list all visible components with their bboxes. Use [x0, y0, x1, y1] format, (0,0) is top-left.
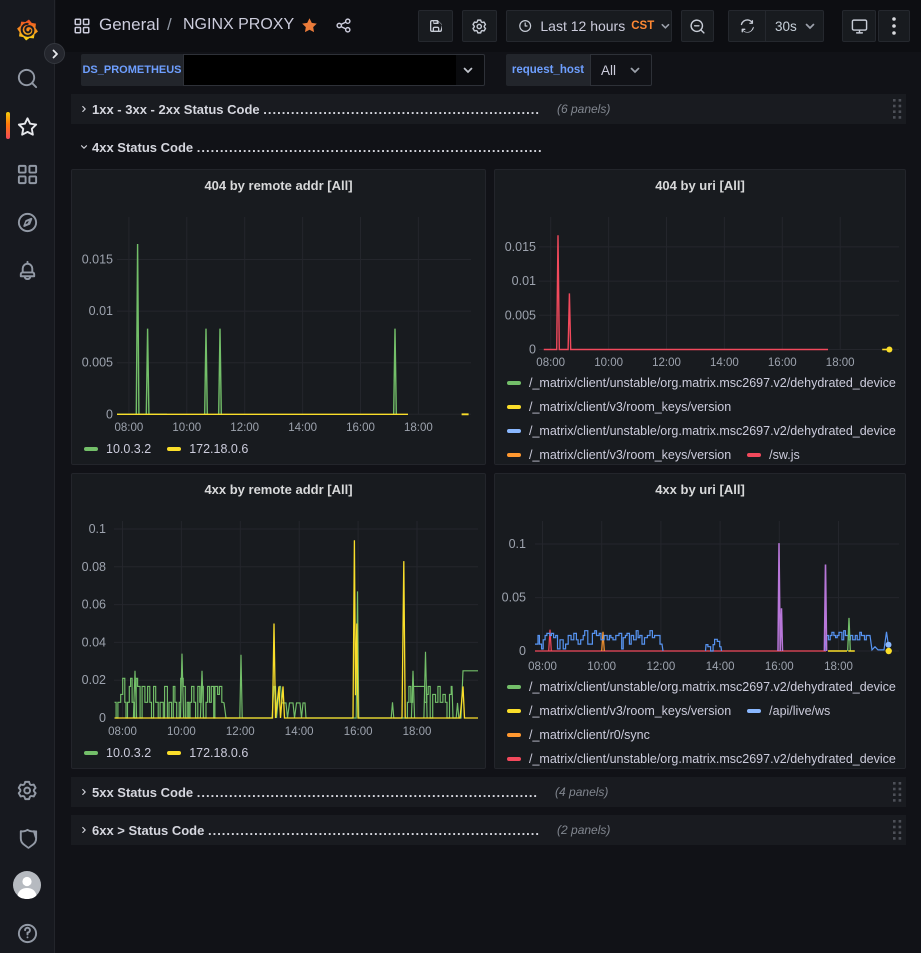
svg-text:12:00: 12:00	[652, 357, 681, 369]
svg-text:08:00: 08:00	[528, 661, 557, 673]
svg-text:0: 0	[106, 407, 113, 421]
svg-text:16:00: 16:00	[344, 726, 373, 738]
svg-text:0.1: 0.1	[509, 537, 526, 551]
svg-text:10:00: 10:00	[167, 726, 196, 738]
svg-text:10:00: 10:00	[594, 357, 623, 369]
svg-text:16:00: 16:00	[765, 661, 794, 673]
svg-text:0: 0	[99, 711, 106, 725]
svg-text:0.04: 0.04	[82, 635, 106, 649]
svg-text:0.05: 0.05	[502, 591, 526, 605]
svg-text:14:00: 14:00	[288, 422, 317, 434]
svg-text:0.005: 0.005	[82, 356, 113, 370]
svg-text:0: 0	[529, 343, 536, 357]
svg-text:14:00: 14:00	[706, 661, 735, 673]
svg-text:14:00: 14:00	[285, 726, 314, 738]
svg-text:0.01: 0.01	[512, 274, 536, 288]
svg-text:0.005: 0.005	[505, 308, 536, 322]
svg-text:18:00: 18:00	[403, 726, 432, 738]
svg-text:16:00: 16:00	[346, 422, 375, 434]
svg-text:08:00: 08:00	[115, 422, 144, 434]
svg-text:18:00: 18:00	[826, 357, 855, 369]
svg-text:0.02: 0.02	[82, 673, 106, 687]
svg-text:16:00: 16:00	[768, 357, 797, 369]
svg-text:0.015: 0.015	[505, 240, 536, 254]
svg-text:0.015: 0.015	[82, 253, 113, 267]
svg-text:08:00: 08:00	[108, 726, 137, 738]
svg-text:0.08: 0.08	[82, 560, 106, 574]
svg-text:18:00: 18:00	[824, 661, 853, 673]
svg-text:10:00: 10:00	[172, 422, 201, 434]
svg-text:0.01: 0.01	[89, 304, 113, 318]
svg-text:0: 0	[519, 644, 526, 658]
svg-text:18:00: 18:00	[404, 422, 433, 434]
svg-text:12:00: 12:00	[226, 726, 255, 738]
svg-text:08:00: 08:00	[536, 357, 565, 369]
svg-text:12:00: 12:00	[230, 422, 259, 434]
svg-text:0.1: 0.1	[89, 522, 106, 536]
svg-text:0.06: 0.06	[82, 598, 106, 612]
svg-text:12:00: 12:00	[647, 661, 676, 673]
svg-text:14:00: 14:00	[710, 357, 739, 369]
svg-text:10:00: 10:00	[587, 661, 616, 673]
